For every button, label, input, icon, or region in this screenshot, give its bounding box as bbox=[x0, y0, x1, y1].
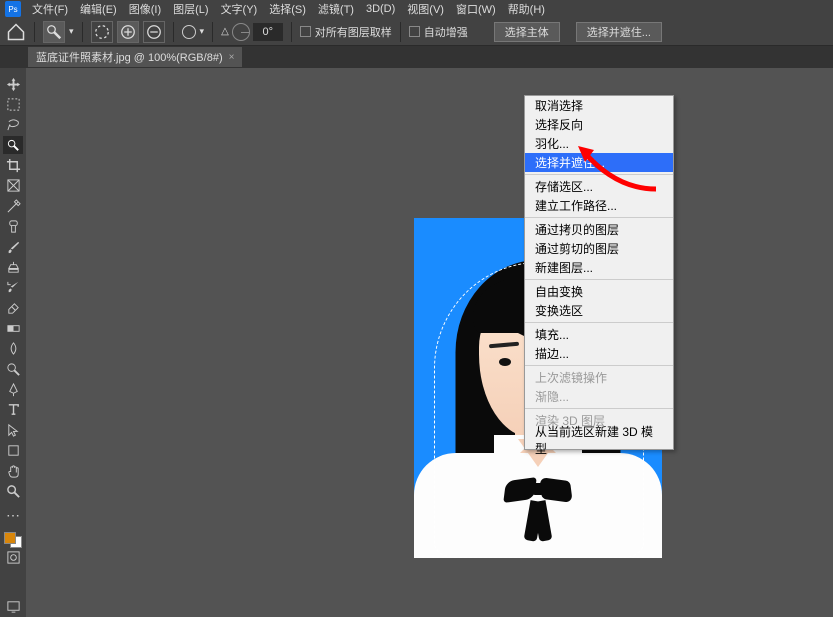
auto-enhance-checkbox[interactable] bbox=[409, 26, 420, 37]
home-icon[interactable] bbox=[6, 22, 26, 42]
separator bbox=[525, 174, 673, 175]
menu-type[interactable]: 文字(Y) bbox=[215, 1, 264, 17]
menu-file[interactable]: 文件(F) bbox=[26, 1, 74, 17]
cm-save-selection[interactable]: 存储选区... bbox=[525, 177, 673, 196]
shape-tool[interactable] bbox=[3, 441, 23, 459]
add-selection-icon[interactable] bbox=[117, 21, 139, 43]
cm-free-transform[interactable]: 自由变换 bbox=[525, 282, 673, 301]
zoom-tool[interactable] bbox=[3, 482, 23, 500]
quick-selection-tool[interactable] bbox=[3, 136, 23, 154]
separator bbox=[525, 217, 673, 218]
sample-all-label: 对所有图层取样 bbox=[315, 24, 392, 40]
menu-edit[interactable]: 编辑(E) bbox=[74, 1, 123, 17]
cm-make-work-path[interactable]: 建立工作路径... bbox=[525, 196, 673, 215]
cm-last-filter: 上次滤镜操作 bbox=[525, 368, 673, 387]
dodge-tool[interactable] bbox=[3, 360, 23, 378]
new-selection-icon[interactable] bbox=[91, 21, 113, 43]
menu-layer[interactable]: 图层(L) bbox=[167, 1, 214, 17]
path-select-tool[interactable] bbox=[3, 421, 23, 439]
document-tab-bar: 蓝底证件照素材.jpg @ 100%(RGB/8#) × bbox=[0, 46, 833, 68]
separator bbox=[525, 365, 673, 366]
frame-tool[interactable] bbox=[3, 177, 23, 195]
tool-panel: ⋯ bbox=[0, 68, 26, 617]
blur-tool[interactable] bbox=[3, 340, 23, 358]
triangle-icon: △ bbox=[221, 26, 229, 37]
pen-tool[interactable] bbox=[3, 380, 23, 398]
sample-all-checkbox[interactable] bbox=[300, 26, 311, 37]
move-tool[interactable] bbox=[3, 75, 23, 93]
quick-select-tool-icon[interactable] bbox=[43, 21, 65, 43]
cm-deselect[interactable]: 取消选择 bbox=[525, 96, 673, 115]
eyedropper-tool[interactable] bbox=[3, 197, 23, 215]
healing-brush-tool[interactable] bbox=[3, 218, 23, 236]
lasso-tool[interactable] bbox=[3, 116, 23, 134]
crop-tool[interactable] bbox=[3, 156, 23, 174]
menu-window[interactable]: 窗口(W) bbox=[450, 1, 502, 17]
options-bar: ▾ ▾ △ 对所有图层取样 自动增强 选择主体 选择并遮住... bbox=[0, 18, 833, 46]
cm-select-and-mask[interactable]: 选择并遮住... bbox=[525, 153, 673, 172]
menu-3d[interactable]: 3D(D) bbox=[360, 3, 401, 15]
cm-stroke[interactable]: 描边... bbox=[525, 344, 673, 363]
rect-marquee-tool[interactable] bbox=[3, 95, 23, 113]
app-logo: Ps bbox=[5, 1, 21, 17]
separator bbox=[525, 322, 673, 323]
menu-bar: Ps 文件(F) 编辑(E) 图像(I) 图层(L) 文字(Y) 选择(S) 滤… bbox=[0, 0, 833, 18]
angle-control: △ bbox=[221, 23, 283, 41]
type-tool[interactable] bbox=[3, 401, 23, 419]
angle-dial[interactable] bbox=[232, 23, 250, 41]
color-swatches[interactable] bbox=[4, 532, 22, 549]
more-tools-icon[interactable]: ⋯ bbox=[3, 506, 23, 524]
cm-layer-via-cut[interactable]: 通过剪切的图层 bbox=[525, 239, 673, 258]
menu-view[interactable]: 视图(V) bbox=[401, 1, 450, 17]
cm-new-layer[interactable]: 新建图层... bbox=[525, 258, 673, 277]
auto-enhance-label: 自动增强 bbox=[424, 24, 468, 40]
close-icon[interactable]: × bbox=[229, 52, 235, 63]
separator bbox=[400, 22, 401, 42]
cm-transform-selection[interactable]: 变换选区 bbox=[525, 301, 673, 320]
canvas-area[interactable] bbox=[26, 68, 833, 617]
separator bbox=[525, 408, 673, 409]
separator bbox=[212, 22, 213, 42]
separator bbox=[291, 22, 292, 42]
separator bbox=[82, 22, 83, 42]
history-brush-tool[interactable] bbox=[3, 279, 23, 297]
gradient-tool[interactable] bbox=[3, 319, 23, 337]
subtract-selection-icon[interactable] bbox=[143, 21, 165, 43]
document-tab-title: 蓝底证件照素材.jpg @ 100%(RGB/8#) bbox=[36, 49, 223, 65]
cm-feather[interactable]: 羽化... bbox=[525, 134, 673, 153]
cm-fade: 渐隐... bbox=[525, 387, 673, 406]
menu-select[interactable]: 选择(S) bbox=[263, 1, 312, 17]
cm-fill[interactable]: 填充... bbox=[525, 325, 673, 344]
document-tab[interactable]: 蓝底证件照素材.jpg @ 100%(RGB/8#) × bbox=[28, 47, 242, 67]
select-subject-button[interactable]: 选择主体 bbox=[494, 22, 560, 42]
foreground-color[interactable] bbox=[4, 532, 16, 544]
separator bbox=[173, 22, 174, 42]
hand-tool[interactable] bbox=[3, 462, 23, 480]
cm-layer-via-copy[interactable]: 通过拷贝的图层 bbox=[525, 220, 673, 239]
brush-tool[interactable] bbox=[3, 238, 23, 256]
cm-new-3d[interactable]: 从当前选区新建 3D 模型 bbox=[525, 430, 673, 449]
menu-image[interactable]: 图像(I) bbox=[123, 1, 167, 17]
separator bbox=[34, 22, 35, 42]
quick-mask-tool[interactable] bbox=[3, 548, 23, 566]
eraser-tool[interactable] bbox=[3, 299, 23, 317]
screen-mode-tool[interactable] bbox=[3, 598, 23, 616]
select-and-mask-button[interactable]: 选择并遮住... bbox=[576, 22, 662, 42]
separator bbox=[525, 279, 673, 280]
angle-input[interactable] bbox=[253, 23, 283, 41]
clone-stamp-tool[interactable] bbox=[3, 258, 23, 276]
cm-inverse[interactable]: 选择反向 bbox=[525, 115, 673, 134]
menu-help[interactable]: 帮助(H) bbox=[502, 1, 551, 17]
context-menu: 取消选择 选择反向 羽化... 选择并遮住... 存储选区... 建立工作路径.… bbox=[524, 95, 674, 450]
brush-preview-icon[interactable] bbox=[182, 25, 196, 39]
menu-filter[interactable]: 滤镜(T) bbox=[312, 1, 360, 17]
